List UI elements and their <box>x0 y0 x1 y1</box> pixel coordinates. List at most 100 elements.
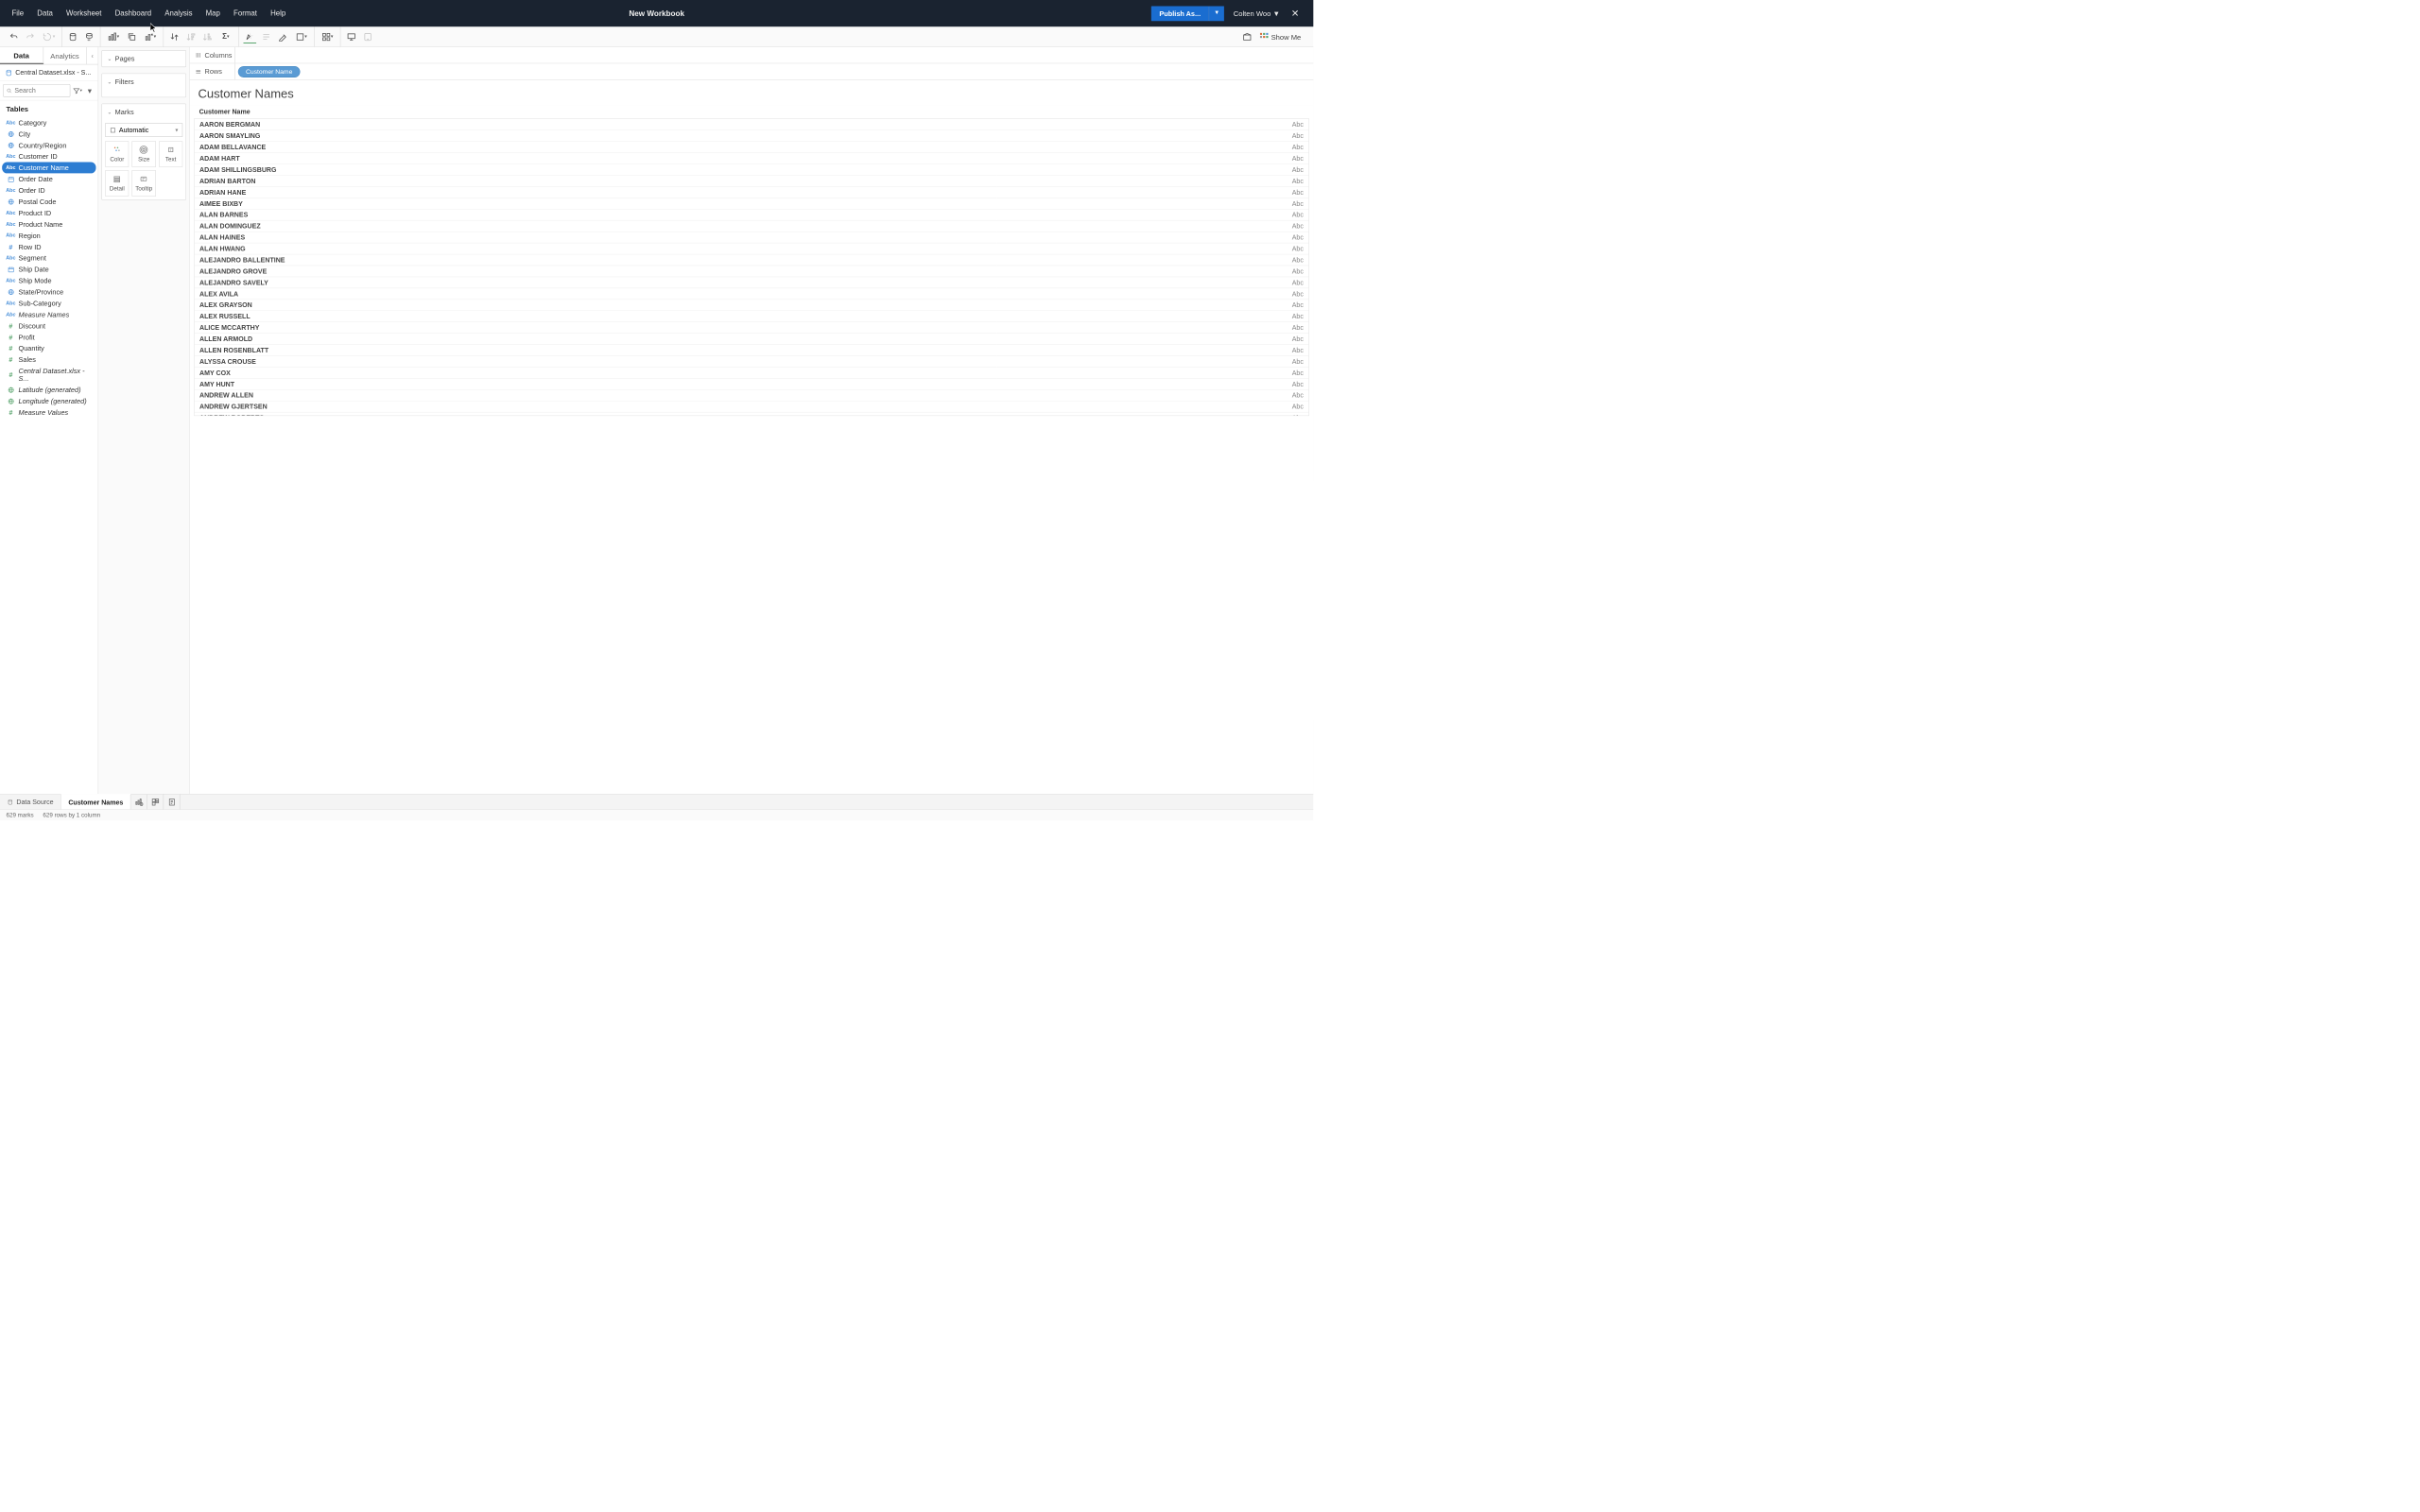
table-row[interactable]: ALAN HAINESAbc <box>195 232 1309 243</box>
mark-size-button[interactable]: Size <box>132 141 156 167</box>
menu-format[interactable]: Format <box>227 5 264 21</box>
field-row-id[interactable]: #Row ID <box>2 241 95 252</box>
publish-button[interactable]: Publish As... <box>1151 6 1209 21</box>
mark-detail-button[interactable]: Detail <box>105 170 129 197</box>
columns-shelf[interactable]: Columns <box>190 47 1314 63</box>
table-row[interactable]: ADAM BELLAVANCEAbc <box>195 142 1309 153</box>
rows-shelf[interactable]: Rows Customer Name <box>190 63 1314 79</box>
filters-shelf[interactable]: ⌄Filters <box>101 74 186 98</box>
sheet-tab-active[interactable]: Customer Names <box>61 794 131 809</box>
menu-map[interactable]: Map <box>199 5 227 21</box>
data-guide-button[interactable] <box>1240 30 1253 43</box>
field-ship-date[interactable]: Ship Date <box>2 264 95 275</box>
undo-button[interactable] <box>8 30 21 43</box>
table-row[interactable]: AIMEE BIXBYAbc <box>195 198 1309 209</box>
field-order-id[interactable]: AbcOrder ID <box>2 184 95 196</box>
fields-menu-button[interactable]: ▾ <box>85 85 95 95</box>
redo-button[interactable] <box>24 30 37 43</box>
swap-button[interactable] <box>167 30 181 43</box>
tab-data[interactable]: Data <box>0 47 43 64</box>
field-postal-code[interactable]: Postal Code <box>2 196 95 207</box>
revert-button[interactable]: ▾ <box>40 30 57 43</box>
field-longitude-generated-[interactable]: Longitude (generated) <box>2 395 95 406</box>
clear-button[interactable]: ▾ <box>142 30 159 43</box>
table-row[interactable]: ALICE MCCARTHYAbc <box>195 322 1309 334</box>
table-row[interactable]: ADRIAN BARTONAbc <box>195 176 1309 187</box>
close-button[interactable]: ✕ <box>1289 6 1302 21</box>
table-row[interactable]: ALYSSA CROUSEAbc <box>195 356 1309 368</box>
field-sub-category[interactable]: AbcSub-Category <box>2 298 95 309</box>
column-header[interactable]: Customer Name <box>194 106 1066 119</box>
table-row[interactable]: AMY HUNTAbc <box>195 379 1309 390</box>
table-row[interactable]: ANDREW GJERTSENAbc <box>195 401 1309 412</box>
sort-desc-button[interactable] <box>200 30 214 43</box>
table-row[interactable]: ALEX RUSSELLAbc <box>195 311 1309 322</box>
table-row[interactable]: ADAM HARTAbc <box>195 153 1309 164</box>
field-central-dataset-xlsx-s-[interactable]: #Central Dataset.xlsx - S... <box>2 365 95 384</box>
show-cards-button[interactable]: ▾ <box>319 30 336 43</box>
new-worksheet-button[interactable] <box>130 795 147 810</box>
table-row[interactable]: ALAN HWANGAbc <box>195 243 1309 254</box>
field-ship-mode[interactable]: AbcShip Mode <box>2 275 95 286</box>
table-row[interactable]: ANDREW ROBERTSAbc <box>195 412 1309 416</box>
table-row[interactable]: ALLEN ARMOLDAbc <box>195 334 1309 345</box>
field-customer-name[interactable]: AbcCustomer Name <box>2 162 95 173</box>
field-measure-values[interactable]: #Measure Values <box>2 406 95 418</box>
table-row[interactable]: ALEJANDRO GROVEAbc <box>195 266 1309 277</box>
field-discount[interactable]: #Discount <box>2 320 95 332</box>
field-city[interactable]: City <box>2 129 95 140</box>
pages-shelf[interactable]: ⌄Pages <box>101 50 186 67</box>
field-profit[interactable]: #Profit <box>2 332 95 343</box>
field-sales[interactable]: #Sales <box>2 353 95 365</box>
field-product-name[interactable]: AbcProduct Name <box>2 218 95 230</box>
mark-tooltip-button[interactable]: Tooltip <box>132 170 156 197</box>
publish-caret[interactable]: ▼ <box>1209 6 1224 21</box>
duplicate-button[interactable] <box>125 30 138 43</box>
user-menu[interactable]: Colten Woo ▼ <box>1234 9 1280 18</box>
new-dashboard-button[interactable] <box>147 795 164 810</box>
table-row[interactable]: AARON BERGMANAbc <box>195 119 1309 130</box>
field-product-id[interactable]: AbcProduct ID <box>2 207 95 218</box>
tab-analytics[interactable]: Analytics <box>43 47 87 64</box>
format-button[interactable] <box>276 30 289 43</box>
mark-color-button[interactable]: Color <box>105 141 129 167</box>
field-region[interactable]: AbcRegion <box>2 230 95 241</box>
table-row[interactable]: ALEJANDRO SAVELYAbc <box>195 277 1309 288</box>
data-source-tab[interactable]: Data Source <box>0 795 61 810</box>
field-measure-names[interactable]: AbcMeasure Names <box>2 309 95 320</box>
new-story-button[interactable] <box>164 795 180 810</box>
table-row[interactable]: AARON SMAYLINGAbc <box>195 130 1309 142</box>
viz-title[interactable]: Customer Names <box>190 80 1314 106</box>
table-row[interactable]: ALEX GRAYSONAbc <box>195 300 1309 311</box>
datasource-item[interactable]: Central Dataset.xlsx - S... <box>0 64 98 80</box>
field-country-region[interactable]: Country/Region <box>2 140 95 151</box>
table-row[interactable]: ADAM SHILLINGSBURGAbc <box>195 164 1309 176</box>
sort-asc-button[interactable] <box>184 30 198 43</box>
table-row[interactable]: ADRIAN HANEAbc <box>195 187 1309 198</box>
collapse-panel-button[interactable]: ‹ <box>87 47 98 64</box>
table-row[interactable]: ALEX AVILAAbc <box>195 288 1309 300</box>
highlight-button[interactable] <box>243 30 256 43</box>
menu-analysis[interactable]: Analysis <box>158 5 199 21</box>
new-sheet-toolbar-button[interactable]: ▾ <box>105 30 122 43</box>
rows-pill-customer-name[interactable]: Customer Name <box>238 66 301 77</box>
menu-dashboard[interactable]: Dashboard <box>109 5 159 21</box>
field-order-date[interactable]: Order Date <box>2 173 95 184</box>
field-customer-id[interactable]: AbcCustomer ID <box>2 151 95 163</box>
field-quantity[interactable]: #Quantity <box>2 343 95 354</box>
table-row[interactable]: ALLEN ROSENBLATTAbc <box>195 345 1309 356</box>
menu-data[interactable]: Data <box>30 5 60 21</box>
filter-fields-button[interactable]: ▾ <box>73 85 83 95</box>
pause-auto-updates-button[interactable] <box>82 30 95 43</box>
field-segment[interactable]: AbcSegment <box>2 252 95 264</box>
device-preview-button[interactable] <box>361 30 374 43</box>
table-row[interactable]: ALAN DOMINGUEZAbc <box>195 220 1309 232</box>
table-row[interactable]: ALEJANDRO BALLENTINEAbc <box>195 254 1309 266</box>
mark-text-button[interactable]: TText <box>159 141 182 167</box>
menu-help[interactable]: Help <box>264 5 292 21</box>
presentation-button[interactable] <box>345 30 358 43</box>
mark-type-dropdown[interactable]: Automatic <box>105 123 182 137</box>
search-input-wrap[interactable] <box>3 84 70 97</box>
field-latitude-generated-[interactable]: Latitude (generated) <box>2 384 95 395</box>
show-me-button[interactable]: Show Me <box>1260 32 1302 41</box>
